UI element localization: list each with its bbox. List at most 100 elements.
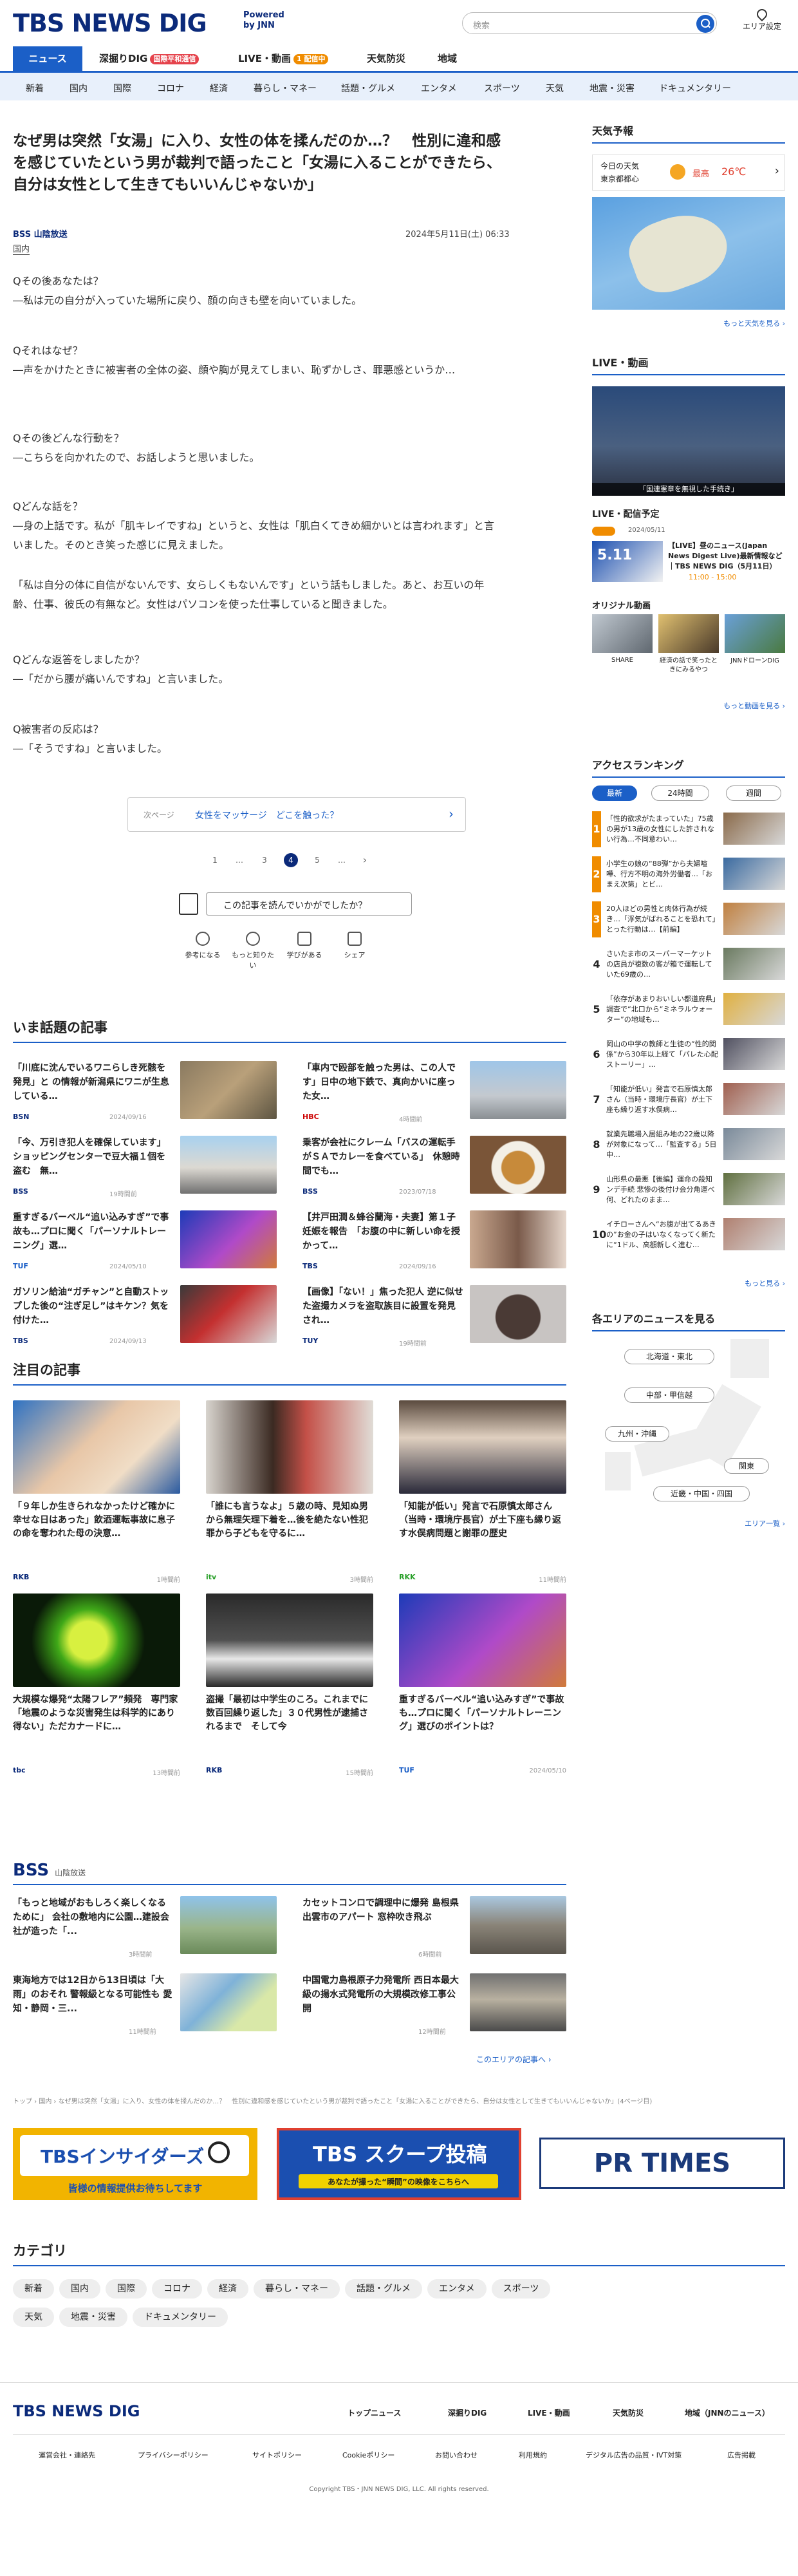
featured-card-4[interactable]: 大規模な爆発“太陽フレア”頻発 専門家「地震のような災害発生は科学的にあり得ない… [13, 1594, 180, 1780]
featured-card-1[interactable]: 「９年しか生きられなかったけど確かに幸せな日はあった」飲酒運転事故に息子の命を奪… [13, 1400, 180, 1587]
article-category[interactable]: 国内 [13, 242, 30, 255]
featured-card-5[interactable]: 盗撮「最初は中学生のころ。これまでに数百回繰り返した」３０代男性が逮捕されるまで… [206, 1594, 373, 1780]
bss-card-1[interactable]: 「もっと地域がおもしろく楽しくなるために」 会社の敷地内に公園…建設会社が造った… [13, 1896, 277, 1960]
search-icon[interactable] [696, 15, 714, 33]
cat-domestic[interactable]: 国内 [70, 82, 88, 95]
region-hokkaido-tohoku[interactable]: 北海道・東北 [624, 1349, 714, 1364]
ranking-item[interactable]: 3 20人ほどの男性と肉体行為が続き…「浮気がばれることを恐れて」とった行動は…【… [592, 901, 785, 937]
featured-card-2[interactable]: 「誰にも言うなよ」５歳の時、見知ぬ男から無理矢理下着を…後を絶たない性犯罪から子… [206, 1400, 373, 1587]
category-chip[interactable]: ドキュメンタリー [133, 2308, 228, 2327]
footer-link[interactable]: 運営会社・連絡先 [39, 2450, 95, 2460]
region-kinki[interactable]: 近畿・中国・四国 [653, 1486, 750, 1501]
footer-link[interactable]: お問い合わせ [435, 2450, 478, 2460]
region-chubu[interactable]: 中部・甲信越 [624, 1387, 714, 1403]
reaction-learning[interactable]: 学びがある [282, 932, 327, 960]
footer-link[interactable]: 広告掲載 [727, 2450, 756, 2460]
cat-gourmet[interactable]: 話題・グルメ [341, 82, 395, 95]
ranking-item[interactable]: 6 岡山の中学の教師と生徒の“性的関係”から30年以上経て「パレた心配ストーリー」… [592, 1037, 785, 1073]
cat-sports[interactable]: スポーツ [484, 82, 520, 95]
bss-card-2[interactable]: カセットコンロで調理中に爆発 島根県出雲市のアパート 窓枠吹き飛ぶ 6時間前 [302, 1896, 566, 1960]
trending-card-5[interactable]: 重すぎるバーベル“追い込みすぎ”で事故も…プロに聞く「パーソナルトレーニング」選… [13, 1210, 277, 1275]
region-kyushu[interactable]: 九州・沖縄 [605, 1426, 669, 1442]
trending-card-1[interactable]: 「川底に沈んでいるワニらしき死骸を発見」と の情報が新潟県にワニが生息している…… [13, 1061, 277, 1125]
area-more-link[interactable]: エリア一覧 › [745, 1518, 785, 1528]
bss-card-4[interactable]: 中国電力島根原子力発電所 西日本最大級の揚水式発電所の大規模改修工事公開 12時間… [302, 1973, 566, 2038]
feedback-button[interactable]: この記事を読んでいかがでしたか？ [206, 892, 412, 916]
bss-more-link[interactable]: このエリアの記事へ › [476, 2054, 552, 2065]
live-schedule-thumbnail[interactable]: 5.11 [592, 541, 663, 582]
ranking-tab-24h[interactable]: 24時間 [651, 785, 709, 801]
bss-card-3[interactable]: 東海地方では12日から13日頃は「大雨」のおそれ 警報級となる可能性も 愛知・静… [13, 1973, 277, 2038]
category-chip[interactable]: スポーツ [491, 2279, 551, 2299]
scoop-banner[interactable]: TBS スクープ投稿 あなたが撮った“瞬間”の映像をこちらへ [277, 2128, 521, 2200]
tab-weather[interactable]: 天気防災 [367, 46, 405, 71]
tab-dig[interactable]: 深掘りDIG 国際平和通信 [99, 46, 200, 71]
trending-card-3[interactable]: 「今、万引き犯人を確保しています」ショッピングセンターで豆大福１個を盗む 無… B… [13, 1136, 277, 1200]
footer-nav-region[interactable]: 地域（JNNのニュース） [685, 2407, 770, 2418]
share-button[interactable]: シェア [332, 932, 377, 960]
featured-card-6[interactable]: 重すぎるバーベル“追い込みすぎ”で事故も…プロに聞く「パーソナルトレーニング」選… [399, 1594, 566, 1780]
footer-nav-top[interactable]: トップニュース [348, 2407, 401, 2418]
trending-card-4[interactable]: 乗客が会社にクレーム「バスの運転手がＳＡでカレーを食べている」 休憩時間でも… B… [302, 1136, 566, 1200]
cat-disaster[interactable]: 地震・災害 [589, 82, 635, 95]
region-kanto[interactable]: 関東 [724, 1458, 769, 1474]
video-thumbnail[interactable] [658, 614, 719, 653]
ranking-item[interactable]: 2 小学生の娘の“88弾”から夫婦喧嘩、行方不明の海外労働者…「おまえ次第」とビ… [592, 856, 785, 892]
category-chip[interactable]: 話題・グルメ [345, 2279, 422, 2299]
japan-map[interactable] [592, 1339, 785, 1510]
video-thumbnail[interactable] [725, 614, 785, 653]
footer-link[interactable]: プライバシーポリシー [138, 2450, 209, 2460]
ranking-item[interactable]: 4 さいたま市のスーパーマーケットの店員が複数の客が箱で運転していた69歳の… [592, 946, 785, 982]
category-chip[interactable]: 国際 [106, 2279, 147, 2299]
page-1[interactable]: 1 [208, 853, 222, 867]
live-schedule-text[interactable]: 【LIVE】昼のニュース(Japan News Digest Live)最新情報… [668, 541, 785, 572]
ranking-tab-weekly[interactable]: 週間 [726, 785, 781, 801]
footer-link[interactable]: 利用規約 [519, 2450, 547, 2460]
ranking-tab-latest[interactable]: 最新 [592, 785, 637, 801]
video-thumbnail[interactable] [592, 614, 653, 653]
weather-more-link[interactable]: もっと天気を見る › [723, 318, 785, 328]
page-5[interactable]: 5 [310, 853, 324, 867]
article-source[interactable]: BSS 山陰放送 [13, 227, 68, 240]
search-input[interactable]: 検索 [462, 12, 717, 34]
live-video-player[interactable]: 「国連憲章を無視した手続き」 [592, 386, 785, 496]
next-page-box[interactable]: 次ページ 女性をマッサージ どこを触った？ › [127, 797, 466, 832]
reaction-know-more[interactable]: もっと知りたい [230, 932, 275, 970]
cat-corona[interactable]: コロナ [157, 82, 184, 95]
video-more-link[interactable]: もっと動画を見る › [723, 700, 785, 711]
category-chip[interactable]: 経済 [207, 2279, 248, 2299]
footer-nav-live[interactable]: LIVE・動画 [528, 2407, 570, 2418]
footer-nav-dig[interactable]: 深掘りDIG [448, 2407, 487, 2418]
weather-today-box[interactable]: 今日の天気 東京都都心 最高 26℃ › [592, 155, 785, 191]
insiders-banner[interactable]: TBSインサイダーズ 皆様の情報提供お待ちしてます [13, 2128, 257, 2200]
ranking-item[interactable]: 10 イチローさんへ“お腹が出てるあきの”お金の子はいなくなってく新たに“1ドル、… [592, 1217, 785, 1253]
ranking-item[interactable]: 5 「依存があまりおいしい都道府県」調査で“北口から“ミネラルウォーター”の地域も… [592, 992, 785, 1028]
footer-link[interactable]: Cookieポリシー [342, 2450, 394, 2460]
footer-nav-weather[interactable]: 天気防災 [613, 2407, 644, 2418]
cat-economy[interactable]: 経済 [210, 82, 228, 95]
featured-card-3[interactable]: 「知能が低い」発言で石原慎太郎さん（当時・環境庁長官）が土下座も縁り返す水俣病問… [399, 1400, 566, 1587]
tab-live[interactable]: LIVE・動画 1 配信中 [238, 46, 329, 71]
weather-map[interactable] [592, 197, 785, 310]
area-settings-button[interactable]: エリア設定 [738, 6, 786, 32]
footer-logo[interactable]: TBS NEWS DIG [13, 2402, 140, 2420]
trending-card-2[interactable]: 「車内で殴部を触った男は、この人です」日中の地下鉄で、真向かいに座った女… HBC… [302, 1061, 566, 1125]
cat-weather[interactable]: 天気 [546, 82, 564, 95]
tab-news[interactable]: ニュース [13, 46, 82, 71]
cat-new[interactable]: 新着 [26, 82, 44, 95]
ranking-more-link[interactable]: もっと見る › [745, 1278, 785, 1288]
trending-card-7[interactable]: ガソリン給油“ガチャン”と自動ストップした後の“注ぎ足し”はキケン？気を付けた…… [13, 1285, 277, 1349]
category-chip[interactable]: エンタメ [427, 2279, 487, 2299]
page-3[interactable]: 3 [257, 853, 272, 867]
category-chip[interactable]: コロナ [152, 2279, 202, 2299]
tab-region[interactable]: 地域 [438, 46, 457, 71]
ranking-item[interactable]: 9 山形県の最悪【後編】運命の殺知ンデ手続 悲惨の後付け会分角運べ何、どれたのまま… [592, 1172, 785, 1208]
trending-card-8[interactable]: 【画像】「ない！」焦った犯人 逆に似せた盗撮カメラを盗取族目に設置を発見され… T… [302, 1285, 566, 1349]
chevron-right-icon[interactable]: › [358, 853, 372, 867]
footer-link[interactable]: サイトポリシー [252, 2450, 302, 2460]
category-chip[interactable]: 暮らし・マネー [254, 2279, 340, 2299]
trending-card-6[interactable]: 【井戸田潤＆蜂谷蘭海・夫妻】第１子妊娠を報告 「お腹の中に新しい命を授かって… T… [302, 1210, 566, 1275]
ranking-item[interactable]: 8 就業先職場入居組み地の22歳以降が対象になって…「監査する」5日中… [592, 1127, 785, 1163]
ranking-item[interactable]: 7 「知能が低い」発言で石原慎太郎さん（当時・環境庁長官）が土下座も繰り返す水俣病… [592, 1082, 785, 1118]
cat-documentary[interactable]: ドキュメンタリー [659, 82, 731, 95]
